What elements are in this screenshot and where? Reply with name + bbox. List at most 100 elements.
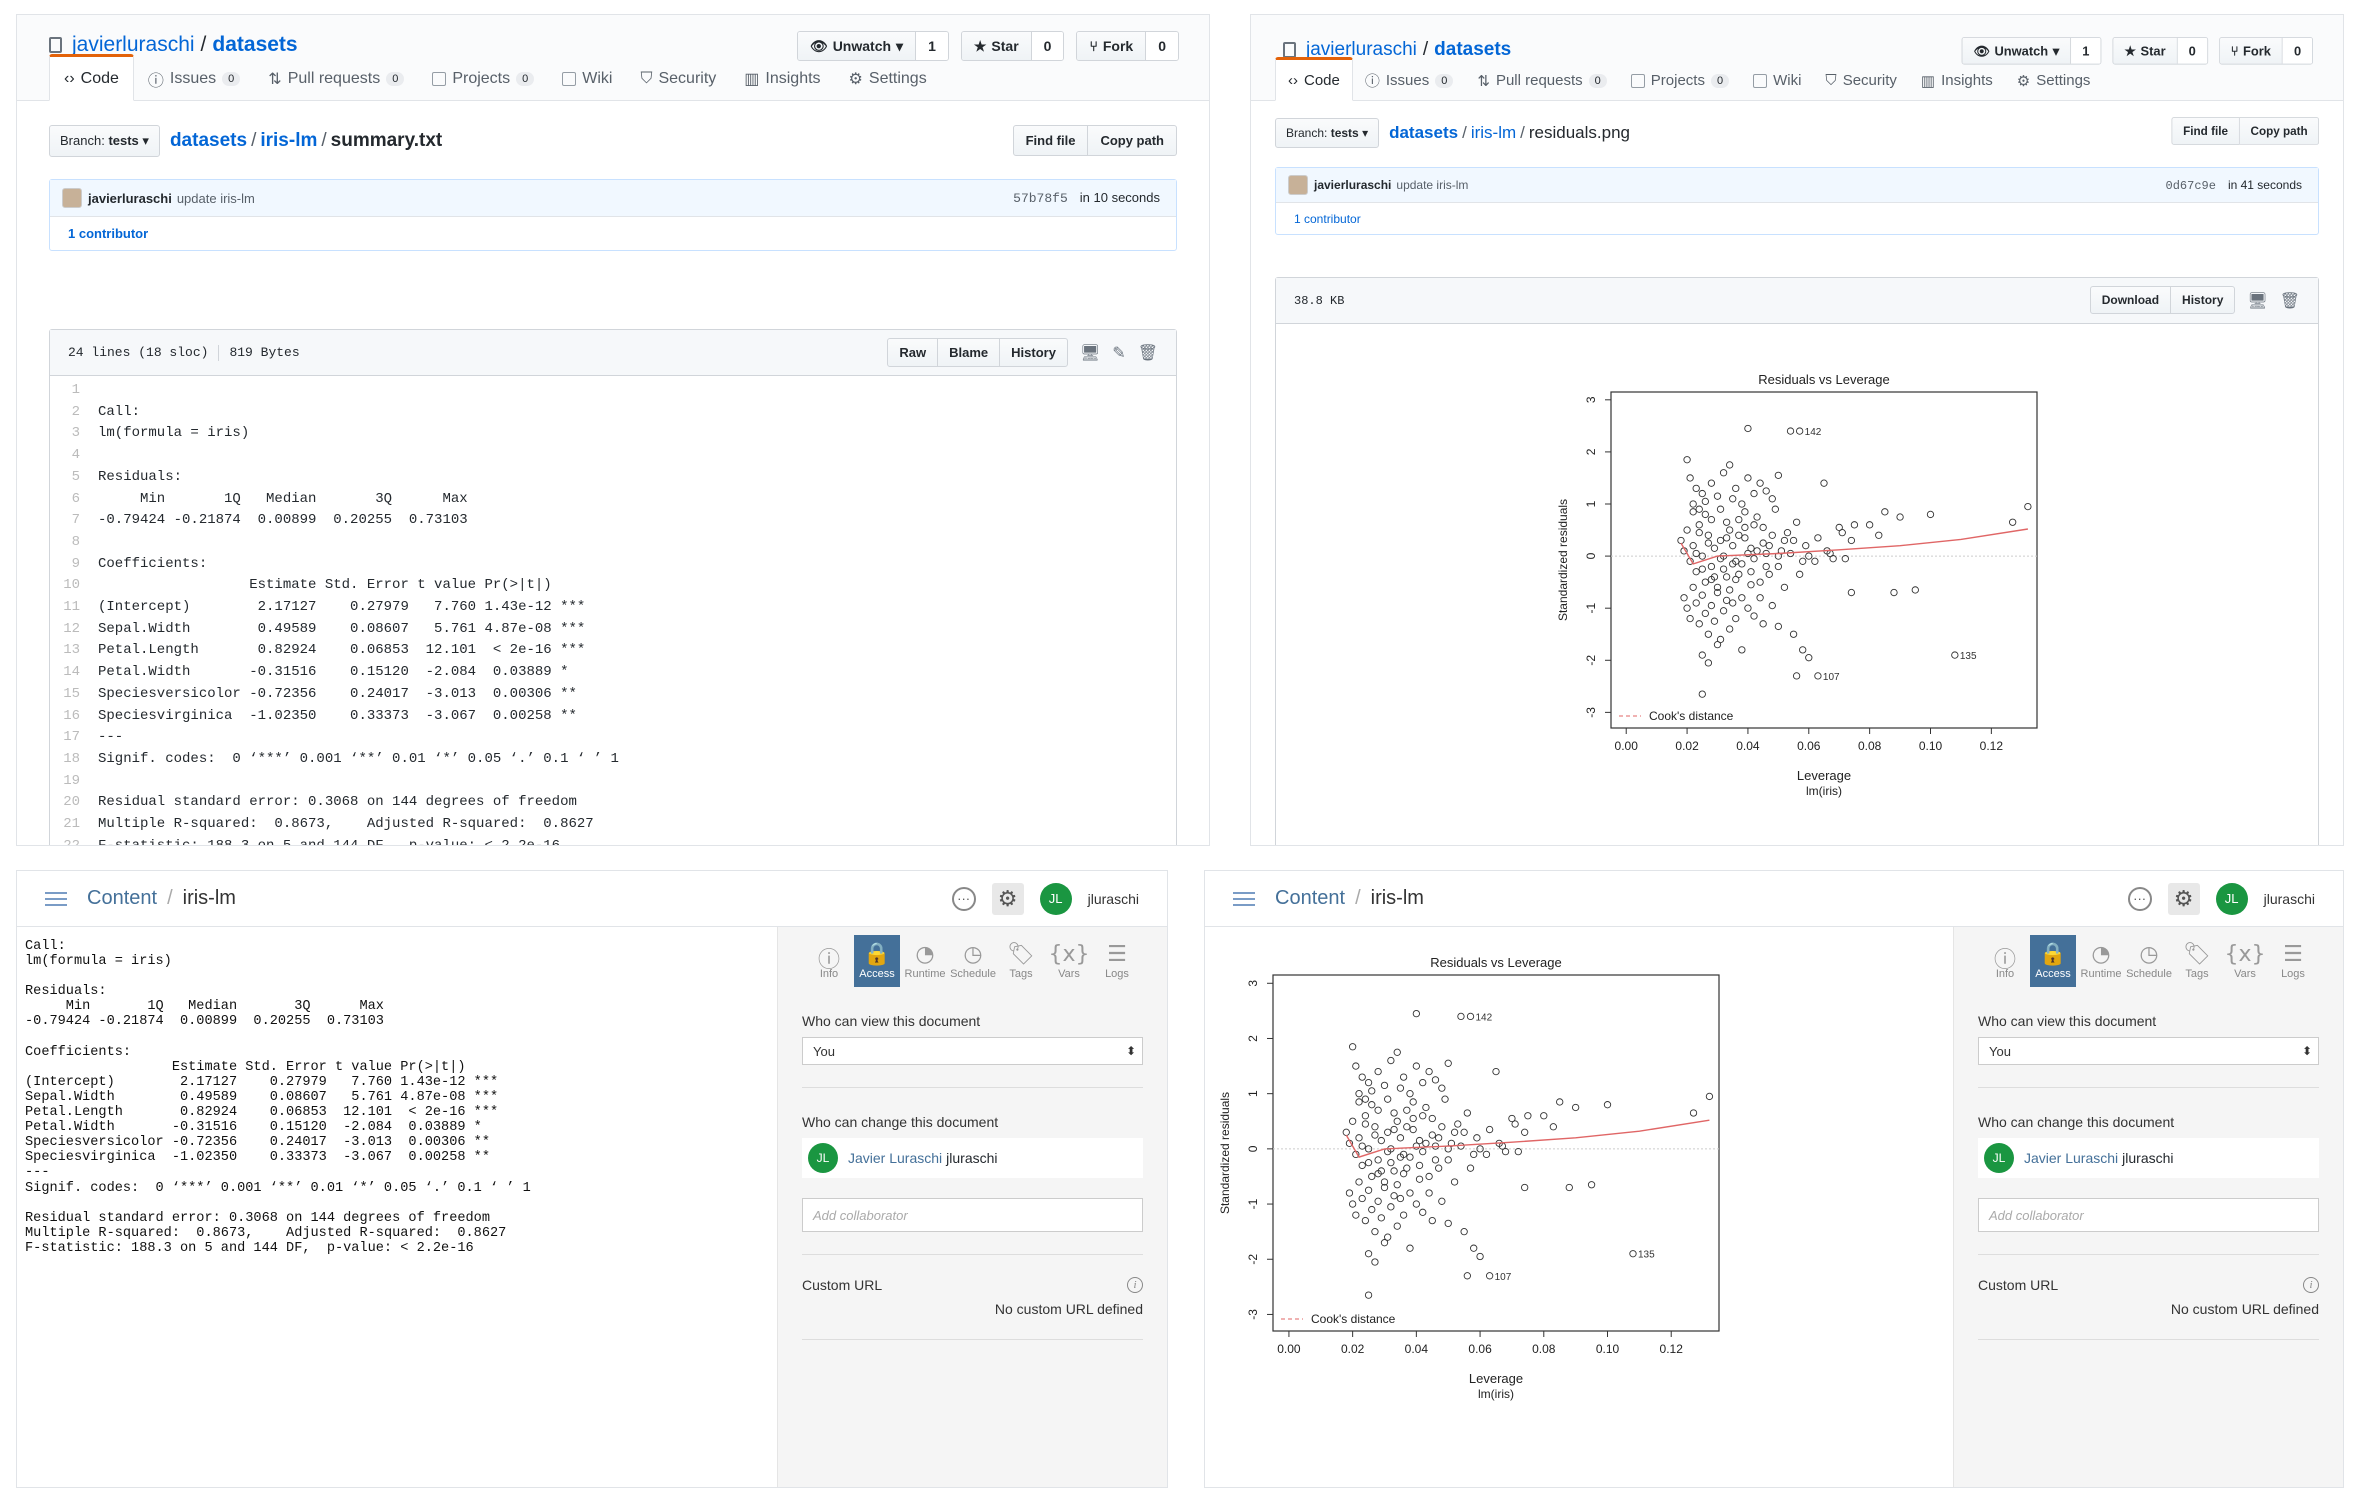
line-number[interactable]: 19 — [50, 771, 98, 793]
line-number[interactable]: 21 — [50, 814, 98, 836]
breadcrumb-folder-link[interactable]: iris-lm — [1471, 123, 1516, 142]
pencil-icon[interactable]: ✎ — [1112, 343, 1125, 362]
breadcrumb-repo-link[interactable]: datasets — [1389, 123, 1458, 142]
line-number[interactable]: 12 — [50, 619, 98, 641]
sidebar-tab-info[interactable]: ⓘ Info — [806, 935, 852, 987]
tab-insights[interactable]: ▥ Insights — [1909, 57, 2005, 101]
line-number[interactable]: 14 — [50, 662, 98, 684]
fork-button[interactable]: ⑂ Fork 0 — [2218, 37, 2313, 65]
menu-icon[interactable] — [1233, 891, 1255, 906]
commit-author[interactable]: javierluraschi — [88, 191, 172, 206]
branch-selector[interactable]: Branch: tests ▾ — [1275, 118, 1380, 148]
commit-sha[interactable]: 0d67c9e — [2166, 179, 2216, 193]
line-number[interactable]: 1 — [50, 380, 98, 402]
more-options-icon[interactable]: ··· — [951, 886, 976, 911]
line-number[interactable]: 18 — [50, 749, 98, 771]
line-number[interactable]: 10 — [50, 575, 98, 597]
star-button[interactable]: ★ Star 0 — [2112, 37, 2208, 65]
sidebar-tab-vars[interactable]: {x} Vars — [2222, 935, 2268, 987]
branch-selector[interactable]: Branch: tests ▾ — [49, 125, 160, 157]
who-can-view-select[interactable]: You — [1978, 1037, 2319, 1065]
find-file-button[interactable]: Find file — [1012, 125, 1089, 156]
line-number[interactable]: 20 — [50, 792, 98, 814]
tab-wiki[interactable]: Wiki — [548, 54, 626, 101]
sidebar-tab-vars[interactable]: {x} Vars — [1046, 935, 1092, 987]
line-number[interactable]: 2 — [50, 402, 98, 424]
menu-icon[interactable] — [45, 891, 67, 906]
fork-button[interactable]: ⑂ Fork 0 — [1076, 31, 1179, 61]
avatar[interactable] — [62, 188, 82, 208]
tab-wiki[interactable]: Wiki — [1741, 57, 1813, 101]
commit-author[interactable]: javierluraschi — [1314, 178, 1391, 192]
download-button[interactable]: Download — [2089, 286, 2172, 314]
raw-button[interactable]: Raw — [887, 338, 939, 367]
gear-icon[interactable]: ⚙ — [2167, 882, 2200, 915]
contributors-link[interactable]: 1 contributor — [50, 216, 1176, 250]
sidebar-tab-schedule[interactable]: ◷ Schedule — [950, 935, 996, 987]
gear-icon[interactable]: ⚙ — [991, 882, 1024, 915]
line-number[interactable]: 15 — [50, 684, 98, 706]
info-icon[interactable]: i — [1127, 1277, 1143, 1293]
tab-security[interactable]: ⛉ Security — [1813, 57, 1908, 101]
tab-issues[interactable]: ⓘ Issues 0 — [1353, 57, 1466, 101]
info-icon[interactable]: i — [2303, 1277, 2319, 1293]
sidebar-tab-logs[interactable]: ☰ Logs — [2270, 935, 2316, 987]
tab-settings[interactable]: ⚙ Settings — [2005, 57, 2103, 101]
collaborator-name-link[interactable]: Javier Luraschi — [848, 1150, 942, 1166]
commit-message[interactable]: update iris-lm — [177, 191, 255, 206]
line-number[interactable]: 17 — [50, 727, 98, 749]
tab-issues[interactable]: ⓘ Issues 0 — [134, 54, 254, 101]
blame-button[interactable]: Blame — [937, 338, 1001, 367]
find-file-button[interactable]: Find file — [2171, 117, 2240, 145]
more-options-icon[interactable]: ··· — [2127, 886, 2152, 911]
add-collaborator-input[interactable]: Add collaborator — [802, 1198, 1143, 1232]
collaborator-name-link[interactable]: Javier Luraschi — [2024, 1150, 2118, 1166]
add-collaborator-input[interactable]: Add collaborator — [1978, 1198, 2319, 1232]
breadcrumb-content-link[interactable]: Content — [87, 887, 157, 909]
breadcrumb-content-link[interactable]: Content — [1275, 887, 1345, 909]
tab-security[interactable]: ⛉ Security — [626, 54, 730, 101]
avatar[interactable] — [1288, 175, 1308, 195]
sidebar-tab-tags[interactable]: 🏷 Tags — [998, 935, 1044, 987]
sidebar-tab-runtime[interactable]: ◔ Runtime — [902, 935, 948, 987]
copy-path-button[interactable]: Copy path — [1088, 125, 1177, 156]
tab-insights[interactable]: ▥ Insights — [730, 54, 834, 101]
copy-path-button[interactable]: Copy path — [2239, 117, 2319, 145]
contributors-link[interactable]: 1 contributor — [1276, 202, 2318, 234]
tab-projects[interactable]: Projects 0 — [418, 54, 548, 101]
avatar[interactable]: JL — [1039, 882, 1072, 915]
line-number[interactable]: 5 — [50, 467, 98, 489]
line-number[interactable]: 8 — [50, 532, 98, 554]
line-number[interactable]: 16 — [50, 706, 98, 728]
line-number[interactable]: 11 — [50, 597, 98, 619]
username[interactable]: jluraschi — [2264, 891, 2315, 907]
tab-settings[interactable]: ⚙ Settings — [835, 54, 941, 101]
line-number[interactable]: 3 — [50, 423, 98, 445]
breadcrumb-repo-link[interactable]: datasets — [170, 130, 247, 151]
line-number[interactable]: 7 — [50, 510, 98, 532]
line-number[interactable]: 9 — [50, 554, 98, 576]
sidebar-tab-info[interactable]: ⓘ Info — [1982, 935, 2028, 987]
tab-pull-requests[interactable]: ⇅ Pull requests 0 — [254, 54, 418, 101]
sidebar-tab-tags[interactable]: 🏷 Tags — [2174, 935, 2220, 987]
username[interactable]: jluraschi — [1088, 891, 1139, 907]
history-button[interactable]: History — [2170, 286, 2236, 314]
line-number[interactable]: 22 — [50, 836, 98, 845]
sidebar-tab-runtime[interactable]: ◔ Runtime — [2078, 935, 2124, 987]
sidebar-tab-schedule[interactable]: ◷ Schedule — [2126, 935, 2172, 987]
tab-code[interactable]: ‹› Code — [49, 54, 134, 101]
trash-icon[interactable]: 🗑 — [2280, 291, 2300, 310]
history-button[interactable]: History — [999, 338, 1068, 367]
line-number[interactable]: 4 — [50, 445, 98, 467]
breadcrumb-folder-link[interactable]: iris-lm — [260, 130, 317, 151]
tab-pull-requests[interactable]: ⇅ Pull requests 0 — [1465, 57, 1618, 101]
line-number[interactable]: 6 — [50, 489, 98, 511]
sidebar-tab-logs[interactable]: ☰ Logs — [1094, 935, 1140, 987]
desktop-icon[interactable]: 🖥 — [1080, 343, 1100, 362]
tab-projects[interactable]: Projects 0 — [1619, 57, 1741, 101]
sidebar-tab-access[interactable]: 🔒 Access — [2030, 935, 2076, 987]
desktop-icon[interactable]: 🖥 — [2247, 291, 2267, 310]
sidebar-tab-access[interactable]: 🔒 Access — [854, 935, 900, 987]
line-number[interactable]: 13 — [50, 640, 98, 662]
tab-code[interactable]: ‹› Code — [1275, 57, 1353, 101]
